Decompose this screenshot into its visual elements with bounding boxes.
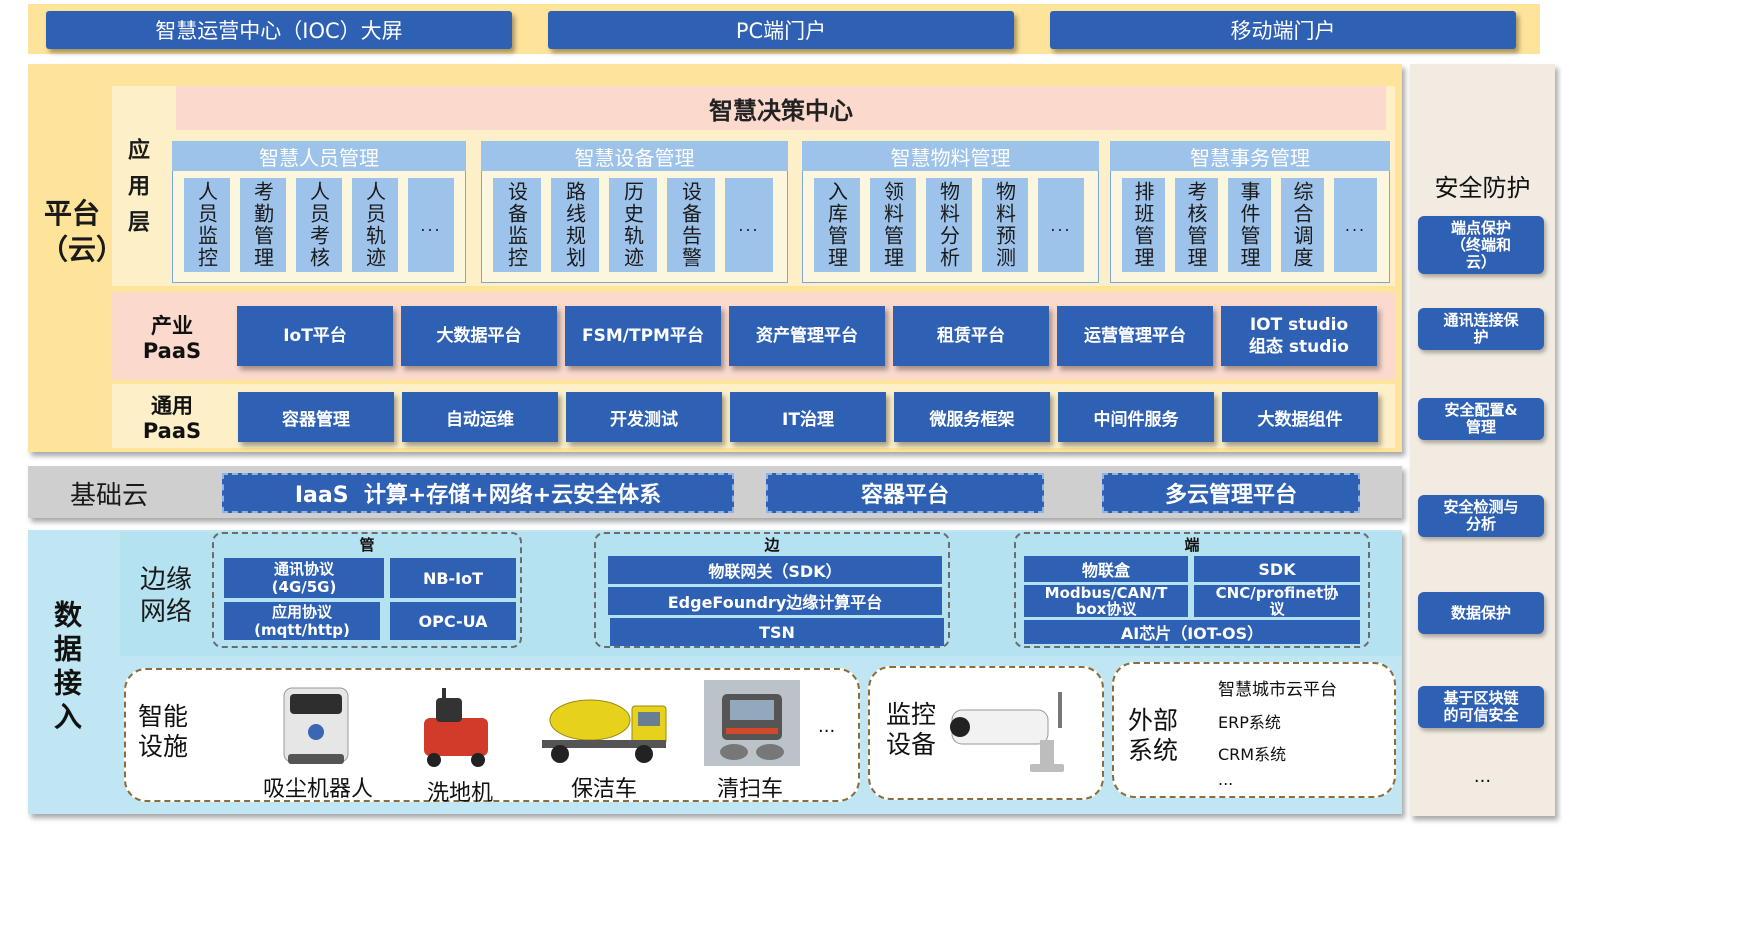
external-item-erp: ERP系统 bbox=[1218, 713, 1281, 732]
pipe-title: 管 bbox=[359, 536, 375, 554]
industry-paas-item[interactable]: IoT平台 bbox=[237, 306, 393, 366]
vacuum-robot-icon bbox=[283, 687, 349, 764]
data-access-label: 数据接入 bbox=[50, 600, 83, 736]
app-item[interactable]: 人员轨迹 bbox=[352, 178, 398, 272]
external-item-crm: CRM系统 bbox=[1218, 745, 1287, 764]
app-group-title[interactable]: 智慧人员管理 bbox=[172, 141, 466, 171]
edge-iot-gateway[interactable]: 物联网关（SDK） bbox=[608, 556, 942, 584]
security-title: 安全防护 bbox=[1434, 174, 1531, 202]
general-paas-item[interactable]: 大数据组件 bbox=[1222, 392, 1378, 442]
app-item[interactable]: 人员考核 bbox=[296, 178, 342, 272]
security-item[interactable]: 安全检测与 分析 bbox=[1418, 495, 1544, 537]
edge-tsn[interactable]: TSN bbox=[610, 618, 944, 646]
app-item[interactable]: 路线规划 bbox=[551, 178, 599, 272]
app-item[interactable]: 领料管理 bbox=[870, 178, 916, 272]
app-item-more[interactable]: ... bbox=[1038, 178, 1084, 272]
smart-facility-more: ... bbox=[818, 716, 836, 737]
floor-scrubber-icon bbox=[424, 688, 488, 767]
app-item[interactable]: 人员监控 bbox=[184, 178, 230, 272]
app-layer-label: 应用层 bbox=[124, 138, 149, 246]
camera-icon bbox=[950, 692, 1064, 772]
industry-paas-item[interactable]: 租赁平台 bbox=[893, 306, 1049, 366]
end-modbus[interactable]: Modbus/CAN/T box协议 bbox=[1024, 585, 1188, 617]
end-ai-chip[interactable]: AI芯片（IOT-OS） bbox=[1024, 620, 1360, 644]
security-item[interactable]: 端点保护 （终端和 云） bbox=[1418, 216, 1544, 274]
app-item[interactable]: 历史轨迹 bbox=[609, 178, 657, 272]
app-item[interactable]: 设备监控 bbox=[493, 178, 541, 272]
end-cnc-profinet[interactable]: CNC/profinet协 议 bbox=[1194, 585, 1360, 617]
general-paas-item[interactable]: 中间件服务 bbox=[1058, 392, 1214, 442]
industry-paas-item[interactable]: 运营管理平台 bbox=[1057, 306, 1213, 366]
app-item[interactable]: 排班管理 bbox=[1122, 178, 1165, 272]
external-label: 外部系统 bbox=[1128, 706, 1179, 765]
smart-facility-label: 智能设施 bbox=[138, 702, 189, 761]
platform-label: 平台（云） bbox=[40, 197, 125, 266]
app-item[interactable]: 事件管理 bbox=[1228, 178, 1271, 272]
general-paas-item[interactable]: IT治理 bbox=[730, 392, 886, 442]
portal-pc[interactable]: PC端门户 bbox=[548, 11, 1014, 49]
pipe-comm-protocol[interactable]: 通讯协议 (4G/5G) bbox=[224, 558, 384, 598]
app-item[interactable]: 物料预测 bbox=[982, 178, 1028, 272]
end-sdk[interactable]: SDK bbox=[1194, 556, 1360, 582]
general-paas-item[interactable]: 开发测试 bbox=[566, 392, 722, 442]
pipe-opcua[interactable]: OPC-UA bbox=[390, 602, 516, 640]
industry-paas-item[interactable]: IOT studio 组态 studio bbox=[1221, 306, 1377, 366]
security-item[interactable]: 数据保护 bbox=[1418, 592, 1544, 634]
general-paas-item[interactable]: 微服务框架 bbox=[894, 392, 1050, 442]
app-item-more[interactable]: ... bbox=[408, 178, 454, 272]
end-iot-box[interactable]: 物联盒 bbox=[1024, 556, 1188, 582]
industry-paas-label: 产业 PaaS bbox=[142, 314, 202, 363]
app-item-more[interactable]: ... bbox=[1334, 178, 1377, 272]
street-sweeper-icon bbox=[704, 680, 800, 766]
container-platform-box[interactable]: 容器平台 bbox=[766, 473, 1044, 513]
app-item[interactable]: 考勤管理 bbox=[240, 178, 286, 272]
app-item[interactable]: 入库管理 bbox=[814, 178, 860, 272]
edge-network-label: 边缘网络 bbox=[140, 565, 193, 627]
security-item[interactable]: 安全配置& 管理 bbox=[1418, 398, 1544, 440]
app-group-title[interactable]: 智慧物料管理 bbox=[802, 141, 1099, 171]
base-cloud-label: 基础云 bbox=[70, 480, 149, 511]
external-item-more: ... bbox=[1218, 770, 1234, 789]
security-more: ... bbox=[1473, 766, 1492, 787]
app-group-title[interactable]: 智慧设备管理 bbox=[481, 141, 788, 171]
app-item[interactable]: 综合调度 bbox=[1281, 178, 1324, 272]
edge-edgefoundry[interactable]: EdgeFoundry边缘计算平台 bbox=[608, 587, 942, 615]
pipe-nbiot[interactable]: NB-IoT bbox=[390, 558, 516, 598]
app-item[interactable]: 物料分析 bbox=[926, 178, 972, 272]
iaas-box[interactable]: IaaS 计算+存储+网络+云安全体系 bbox=[222, 473, 734, 513]
security-item[interactable]: 基于区块链 的可信安全 bbox=[1418, 686, 1544, 728]
floor-scrubber-caption: 洗地机 bbox=[426, 781, 493, 806]
monitor-label: 监控设备 bbox=[886, 700, 937, 759]
industry-paas-item[interactable]: FSM/TPM平台 bbox=[565, 306, 721, 366]
general-paas-item[interactable]: 自动运维 bbox=[402, 392, 558, 442]
decision-center[interactable]: 智慧决策中心 bbox=[176, 86, 1386, 130]
industry-paas-item[interactable]: 资产管理平台 bbox=[729, 306, 885, 366]
app-item-more[interactable]: ... bbox=[725, 178, 773, 272]
vacuum-robot-caption: 吸尘机器人 bbox=[262, 777, 373, 802]
app-item[interactable]: 考核管理 bbox=[1175, 178, 1218, 272]
general-paas-item[interactable]: 容器管理 bbox=[238, 392, 394, 442]
cleaning-truck-icon bbox=[542, 699, 667, 763]
street-sweeper-caption: 清扫车 bbox=[716, 777, 783, 802]
security-item[interactable]: 通讯连接保 护 bbox=[1418, 308, 1544, 350]
app-group-title[interactable]: 智慧事务管理 bbox=[1110, 141, 1390, 171]
end-title: 端 bbox=[1184, 536, 1200, 554]
cleaning-truck-caption: 保洁车 bbox=[570, 777, 637, 802]
app-item[interactable]: 设备告警 bbox=[667, 178, 715, 272]
pipe-app-protocol[interactable]: 应用协议 (mqtt/http) bbox=[224, 602, 380, 640]
portal-ioc-screen[interactable]: 智慧运营中心（IOC）大屏 bbox=[46, 11, 512, 49]
industry-paas-item[interactable]: 大数据平台 bbox=[401, 306, 557, 366]
general-paas-label: 通用 PaaS bbox=[142, 394, 202, 443]
external-item-smart-city: 智慧城市云平台 bbox=[1218, 680, 1337, 700]
portal-mobile[interactable]: 移动端门户 bbox=[1050, 11, 1516, 49]
multicloud-box[interactable]: 多云管理平台 bbox=[1102, 473, 1360, 513]
edge-title: 边 bbox=[764, 536, 780, 554]
